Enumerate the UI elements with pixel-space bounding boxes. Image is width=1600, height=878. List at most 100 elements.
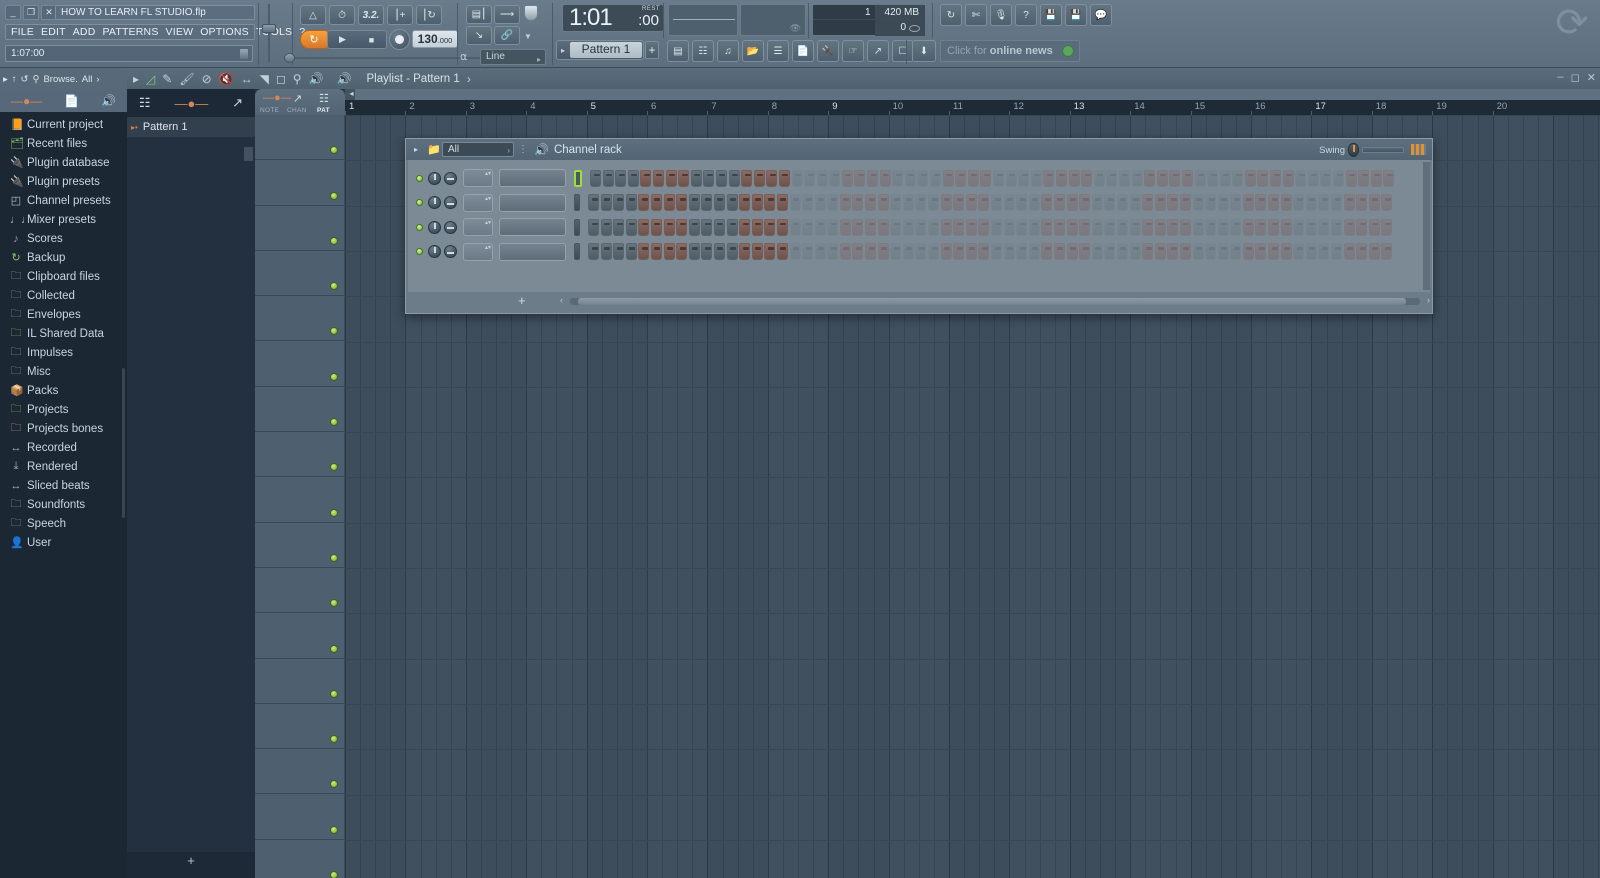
step-button[interactable] xyxy=(1270,169,1282,187)
browser-item-projects-bones[interactable]: 🗀 Projects bones xyxy=(0,419,127,438)
step-button[interactable] xyxy=(1003,218,1015,236)
step-button[interactable] xyxy=(1343,218,1355,236)
step-button[interactable] xyxy=(1381,218,1393,236)
step-button[interactable] xyxy=(1091,194,1103,211)
step-button[interactable] xyxy=(640,169,652,187)
step-button[interactable] xyxy=(902,194,914,211)
wait-input-icon[interactable]: ⏱ xyxy=(329,5,355,25)
step-button[interactable] xyxy=(588,194,599,211)
step-button[interactable] xyxy=(1079,194,1091,211)
browser-item-recorded[interactable]: ↔ Recorded xyxy=(0,438,127,457)
step-button[interactable] xyxy=(1018,169,1030,187)
oscilloscope-panel[interactable] xyxy=(668,4,738,36)
step-button[interactable] xyxy=(615,169,627,187)
step-button[interactable] xyxy=(1293,218,1305,236)
step-button[interactable] xyxy=(1167,243,1179,260)
step-button[interactable] xyxy=(726,194,738,211)
pattern-list-scrollbar[interactable] xyxy=(244,147,253,161)
channel-volume-knob[interactable] xyxy=(444,220,457,234)
step-button[interactable] xyxy=(613,218,625,236)
step-button[interactable] xyxy=(739,218,751,236)
step-button[interactable] xyxy=(663,243,675,260)
step-button[interactable] xyxy=(1016,194,1028,211)
step-button[interactable] xyxy=(1066,194,1078,211)
step-button[interactable] xyxy=(802,218,814,236)
channel-index[interactable]: ▴▾ xyxy=(463,193,493,212)
step-button[interactable] xyxy=(1179,194,1191,211)
step-button[interactable] xyxy=(879,169,891,187)
arrow-right-icon[interactable]: ⟶ xyxy=(494,5,520,24)
record-button[interactable] xyxy=(389,29,410,50)
step-button[interactable] xyxy=(1156,169,1168,187)
step-button[interactable] xyxy=(1142,218,1154,236)
step-button[interactable] xyxy=(627,169,639,187)
scroll-left-icon[interactable]: ‹ xyxy=(560,295,563,305)
step-button[interactable] xyxy=(1028,243,1040,260)
step-button[interactable] xyxy=(1142,194,1154,211)
step-button[interactable] xyxy=(1192,243,1204,260)
step-button[interactable] xyxy=(1331,243,1343,260)
pattern-menu-icon[interactable]: ▸ xyxy=(557,46,569,55)
step-button[interactable] xyxy=(1091,218,1103,236)
step-button[interactable] xyxy=(1232,169,1244,187)
step-button[interactable] xyxy=(1368,218,1380,236)
master-pitch-handle[interactable] xyxy=(262,24,276,33)
step-button[interactable] xyxy=(1205,218,1217,236)
waveform-icon[interactable]: —●— xyxy=(174,96,208,111)
step-button[interactable] xyxy=(713,218,725,236)
step-button[interactable] xyxy=(965,218,977,236)
step-button[interactable] xyxy=(928,218,940,236)
step-button[interactable] xyxy=(1104,243,1116,260)
step-button[interactable] xyxy=(741,169,753,187)
browser-item-impulses[interactable]: 🗀 Impulses xyxy=(0,343,127,362)
step-button[interactable] xyxy=(789,243,801,260)
step-button[interactable] xyxy=(715,169,727,187)
step-button[interactable] xyxy=(638,194,650,211)
step-button[interactable] xyxy=(1318,243,1330,260)
magnet-icon[interactable]: ◿ xyxy=(146,72,155,86)
step-button[interactable] xyxy=(713,194,725,211)
step-button[interactable] xyxy=(1255,243,1267,260)
step-button[interactable] xyxy=(590,169,601,187)
step-button[interactable] xyxy=(1318,194,1330,211)
waveform-icon[interactable]: —●— xyxy=(11,94,42,108)
step-button[interactable] xyxy=(940,194,952,211)
menu-item-file[interactable]: FILE xyxy=(11,26,34,38)
dropdown-icon[interactable]: ▼ xyxy=(524,32,532,41)
step-button[interactable] xyxy=(638,243,650,260)
folder-icon[interactable]: 📁 xyxy=(426,143,442,156)
step-button[interactable] xyxy=(1242,218,1254,236)
step-button[interactable] xyxy=(965,243,977,260)
browser-item-collected[interactable]: 🗀 Collected xyxy=(0,286,127,305)
peak-meter-panel[interactable]: 👁 xyxy=(740,4,806,36)
step-button[interactable] xyxy=(1192,218,1204,236)
browser-item-rendered[interactable]: ⤓ Rendered xyxy=(0,457,127,476)
channel-row-clap[interactable]: ▴▾ xyxy=(408,191,1430,215)
step-button[interactable] xyxy=(1167,194,1179,211)
step-button[interactable] xyxy=(865,218,877,236)
track-header[interactable] xyxy=(255,613,345,659)
step-button[interactable] xyxy=(1144,169,1156,187)
track-header[interactable] xyxy=(255,658,345,704)
browser-scrollbar[interactable] xyxy=(122,368,125,518)
step-button[interactable] xyxy=(1205,243,1217,260)
download-icon[interactable]: ⬇ xyxy=(912,40,936,62)
automation-icon[interactable]: ↗ xyxy=(293,92,302,105)
browser-icon[interactable]: 📂 xyxy=(742,40,764,62)
plugin-icon[interactable]: 🔊 xyxy=(101,94,116,108)
channel-index[interactable]: ▴▾ xyxy=(463,218,493,236)
step-button[interactable] xyxy=(1066,218,1078,236)
step-button[interactable] xyxy=(588,218,599,236)
browser-undo-icon[interactable]: ↺ xyxy=(21,74,29,85)
link-icon[interactable]: 🔗 xyxy=(494,26,520,45)
step-button[interactable] xyxy=(1053,243,1065,260)
step-button[interactable] xyxy=(676,218,688,236)
step-button[interactable] xyxy=(613,194,625,211)
step-button[interactable] xyxy=(1116,218,1128,236)
step-button[interactable] xyxy=(1307,169,1319,187)
step-button[interactable] xyxy=(1368,243,1380,260)
step-button[interactable] xyxy=(1282,169,1294,187)
channel-volume-knob[interactable] xyxy=(444,196,457,209)
cut-icon[interactable]: ✄ xyxy=(965,4,987,26)
browser-tree[interactable]: 📙 Current project 🗂 Recent files 🔌 Plugin dat… xyxy=(0,112,127,878)
